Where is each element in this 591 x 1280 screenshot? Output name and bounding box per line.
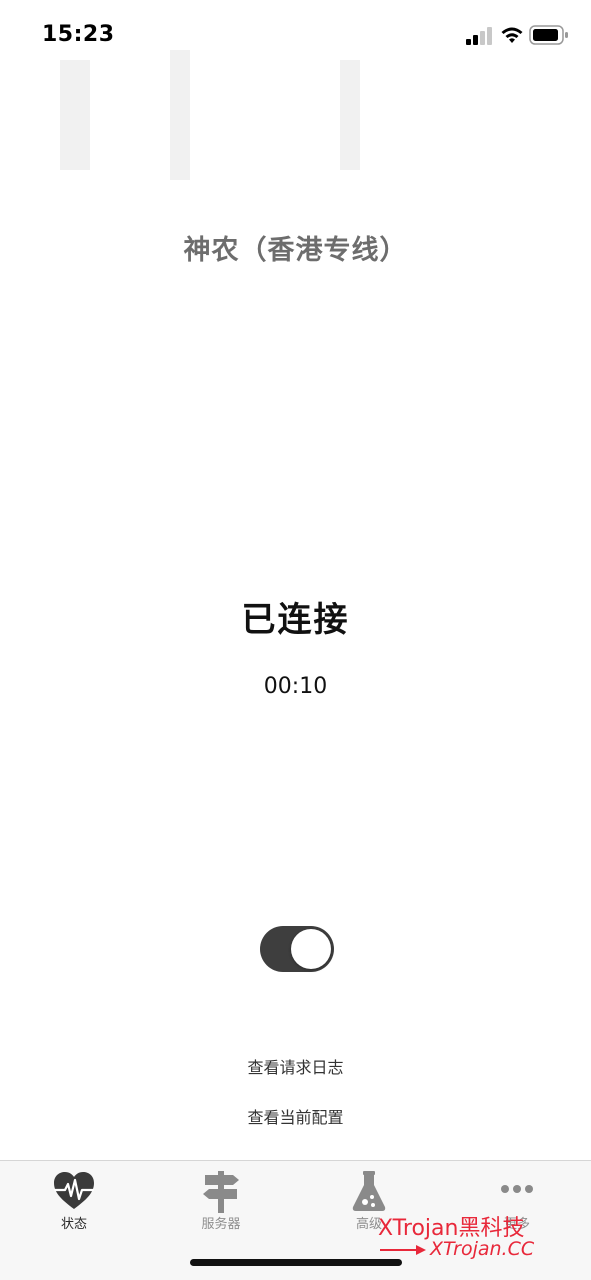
view-config-link[interactable]: 查看当前配置 <box>0 1104 591 1128</box>
toggle-knob <box>291 929 331 969</box>
connection-timer: 00:10 <box>263 674 328 699</box>
more-dots-icon <box>501 1185 533 1193</box>
heartbeat-icon <box>53 1172 95 1209</box>
flask-icon <box>352 1171 386 1211</box>
signpost-icon <box>203 1171 239 1213</box>
cellular-signal-icon <box>466 27 492 45</box>
connection-toggle[interactable] <box>260 926 334 972</box>
tab-status-label: 状态 <box>60 1217 87 1232</box>
view-logs-link[interactable]: 查看请求日志 <box>0 1054 591 1078</box>
wifi-icon <box>501 27 523 43</box>
watermark-url: XTrojan.CC <box>430 1238 535 1260</box>
status-time: 15:23 <box>42 22 115 47</box>
tab-servers[interactable]: 服务器 <box>147 1161 295 1241</box>
connection-status: 已连接 <box>241 600 350 640</box>
background-pattern <box>60 50 360 180</box>
tab-servers-label: 服务器 <box>201 1217 241 1232</box>
watermark: XTrojan黑科技 XTrojan.CC <box>378 1210 578 1270</box>
screen: 15:23 神农（香港专线） 已连接 00:10 查看请求日志 查看当前配置 状… <box>0 0 591 1280</box>
server-name: 神农（香港专线） <box>183 235 408 266</box>
battery-icon <box>529 25 568 45</box>
arrow-right-icon <box>380 1245 426 1255</box>
tab-status[interactable]: 状态 <box>0 1161 148 1241</box>
home-indicator[interactable] <box>190 1259 402 1266</box>
